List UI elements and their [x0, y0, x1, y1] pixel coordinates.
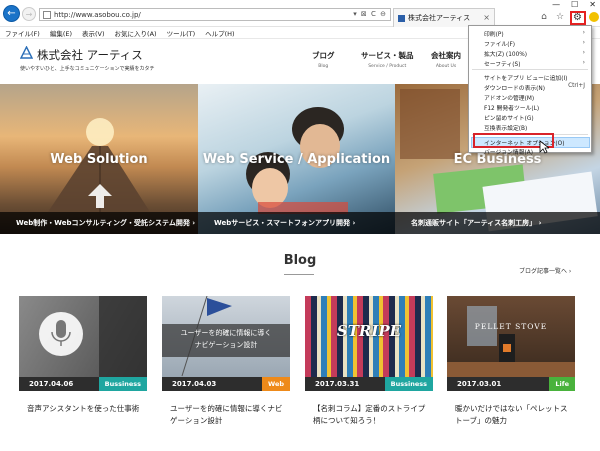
menu-separator	[472, 69, 588, 70]
close-window-button[interactable]: ✕	[589, 0, 596, 9]
menu-print[interactable]: 印刷(P)	[484, 29, 504, 38]
menu-zoom[interactable]: 拡大(Z) (100%)	[484, 49, 527, 58]
submenu-arrow-icon: ›	[582, 49, 585, 56]
minimize-button[interactable]: —	[552, 0, 560, 9]
mouse-cursor-icon	[539, 140, 549, 154]
page-icon	[43, 10, 51, 19]
feedback-smile-icon[interactable]	[589, 12, 599, 22]
hero-caption[interactable]: Webサービス・スマートフォンアプリ開発 ›	[198, 212, 395, 234]
submenu-arrow-icon: ›	[582, 29, 585, 36]
back-button[interactable]: ←	[3, 5, 20, 22]
arrow-right-icon: →	[25, 9, 33, 19]
card-category-badge[interactable]: Bussiness	[384, 377, 433, 391]
forward-button[interactable]: →	[22, 7, 36, 21]
arrow-left-icon: ←	[7, 8, 16, 19]
menu-file-sub[interactable]: ファイル(F)	[484, 39, 515, 48]
tab-favicon-icon	[398, 14, 405, 22]
address-url[interactable]: http://www.asobou.co.jp/	[54, 11, 141, 19]
blog-card[interactable]: 2017.04.06 Bussiness 音声アシスタントを使った仕事術	[19, 296, 147, 446]
hero-web-solution[interactable]: Web Solution Web制作・Webコンサルティング・受託システム開発 …	[0, 84, 198, 234]
card-meta: 2017.03.31 Bussiness	[305, 377, 433, 391]
browser-titlebar: ← → http://www.asobou.co.jp/ ▾ ⊠ C ⊖ 株式会…	[0, 0, 600, 27]
card-image-overlay: ユーザーを的確に情報に導く ナビゲーション設計	[180, 329, 272, 349]
gear-icon[interactable]: ⚙	[573, 12, 582, 23]
nav-about-sub: About Us	[435, 64, 457, 69]
stove-image	[447, 306, 575, 377]
card-meta: 2017.03.01 Life	[447, 377, 575, 391]
card-image	[19, 296, 147, 377]
nav-service-sub: Service / Product	[368, 64, 407, 69]
card-image: ユーザーを的確に情報に導く ナビゲーション設計	[162, 296, 290, 377]
submenu-arrow-icon: ›	[582, 59, 585, 66]
nav-about[interactable]: 会社案内 About Us	[431, 50, 461, 69]
card-image: PELLET STOVE	[447, 296, 575, 377]
card-date: 2017.04.03	[172, 380, 217, 388]
card-category-badge[interactable]: Life	[549, 377, 575, 391]
card-title[interactable]: 音声アシスタントを使った仕事術	[27, 403, 143, 415]
blog-heading: Blog	[283, 253, 317, 268]
toolbar-icons: ⌂ ☆	[538, 11, 566, 23]
hero-caption[interactable]: Web制作・Webコンサルティング・受託システム開発 ›	[0, 212, 198, 234]
menu-favorites[interactable]: お気に入り(A)	[115, 28, 157, 38]
blog-card[interactable]: ユーザーを的確に情報に導く ナビゲーション設計 2017.04.03 Web ユ…	[162, 296, 290, 446]
menu-manage-addons[interactable]: アドオンの管理(M)	[484, 93, 534, 102]
nav-about-label: 会社案内	[431, 51, 461, 60]
card-meta: 2017.04.06 Bussiness	[19, 377, 147, 391]
address-bar[interactable]: http://www.asobou.co.jp/ ▾ ⊠ C ⊖	[39, 8, 391, 21]
home-icon[interactable]: ⌂	[538, 11, 550, 23]
menu-view-downloads[interactable]: ダウンロードの表示(N)	[484, 83, 545, 92]
logo-tagline: 使いやすいひと、上手なコミュニケーションで実績をカタチ	[20, 66, 155, 72]
nav-service[interactable]: サービス・製品 Service / Product	[361, 50, 414, 69]
tab-close-icon[interactable]: ×	[483, 13, 490, 22]
blog-more-link[interactable]: ブログ記事一覧へ ›	[519, 266, 571, 275]
card-image: STRIPE	[305, 296, 433, 377]
card-meta: 2017.04.03 Web	[162, 377, 290, 391]
card-title[interactable]: 【名刺コラム】定番のストライプ柄について知ろう！	[313, 403, 429, 427]
nav-blog[interactable]: ブログ Blog	[312, 50, 335, 69]
menu-help[interactable]: ヘルプ(H)	[205, 28, 234, 38]
favorites-star-icon[interactable]: ☆	[554, 11, 566, 23]
blog-divider	[284, 274, 314, 275]
card-date: 2017.03.01	[457, 380, 502, 388]
nav-service-label: サービス・製品	[361, 51, 414, 60]
nav-blog-sub: Blog	[318, 64, 329, 69]
card-image-overlay: PELLET STOVE	[474, 322, 548, 331]
hero-title: Web Service / Application	[202, 152, 391, 167]
menu-file[interactable]: ファイル(F)	[5, 28, 40, 38]
card-title[interactable]: ユーザーを的確に情報に導くナビゲーション設計	[170, 403, 286, 427]
menu-about[interactable]: バージョン情報(A)	[484, 147, 533, 156]
card-image-overlay: STRIPE	[336, 322, 402, 340]
logo-name[interactable]: 株式会社 アーティス	[37, 47, 143, 63]
hero-caption[interactable]: 名刺通販サイト「アーティス名刺工房」 ›	[395, 212, 600, 234]
address-actions[interactable]: ▾ ⊠ C ⊖	[353, 10, 387, 18]
menu-add-app-view[interactable]: サイトをアプリ ビューに追加(I)	[484, 73, 567, 82]
menu-compat-view[interactable]: 互換表示設定(B)	[484, 123, 527, 132]
card-date: 2017.04.06	[29, 380, 74, 388]
submenu-arrow-icon: ›	[582, 39, 585, 46]
card-title[interactable]: 暖かいだけではない「ペレットストーブ」の魅力	[455, 403, 571, 427]
menu-f12-devtools[interactable]: F12 開発者ツール(L)	[484, 103, 539, 112]
hero-web-service[interactable]: Web Service / Application Webサービス・スマートフォ…	[198, 84, 395, 234]
menu-shortcut: Ctrl+J	[568, 83, 585, 89]
card-category-badge[interactable]: Bussiness	[98, 377, 147, 391]
window-controls: — ☐ ✕	[552, 0, 596, 9]
nav-blog-label: ブログ	[312, 51, 335, 60]
menu-view[interactable]: 表示(V)	[82, 28, 105, 38]
tab-title: 株式会社アーティス	[408, 14, 471, 22]
hero-title: Web Solution	[50, 152, 148, 167]
blog-card[interactable]: PELLET STOVE 2017.03.01 Life 暖かいだけではない「ペ…	[447, 296, 575, 446]
blog-card[interactable]: STRIPE 2017.03.31 Bussiness 【名刺コラム】定番のスト…	[305, 296, 433, 446]
maximize-button[interactable]: ☐	[571, 0, 578, 9]
microphone-image	[39, 296, 147, 377]
card-category-badge[interactable]: Web	[262, 377, 290, 391]
logo-mark-icon	[20, 46, 33, 59]
card-date: 2017.03.31	[315, 380, 360, 388]
menu-safety[interactable]: セーフティ(S)	[484, 59, 521, 68]
menu-pinned-sites[interactable]: ピン留めサイト(G)	[484, 113, 534, 122]
menu-edit[interactable]: 編集(E)	[50, 28, 72, 38]
menu-tools[interactable]: ツール(T)	[167, 28, 196, 38]
